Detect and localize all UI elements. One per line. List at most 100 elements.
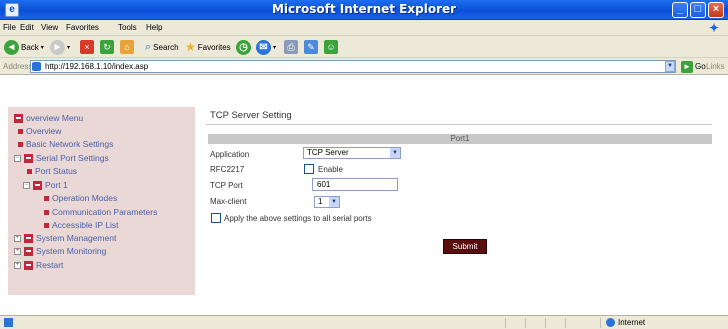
go-button[interactable]: ► Go	[681, 60, 706, 73]
mail-button[interactable]: ✉ ▾	[256, 39, 276, 55]
forward-button[interactable]: ► ▾	[50, 39, 70, 55]
security-zone: Internet	[606, 318, 645, 327]
minimize-button[interactable]: _	[672, 2, 688, 18]
refresh-button[interactable]: ↻	[100, 39, 114, 55]
sidebar-item-label: Basic Network Settings	[26, 139, 114, 149]
sidebar-item-accessible-ip-list[interactable]: Accessible IP List	[44, 219, 118, 231]
max-client-label: Max-client	[210, 197, 247, 206]
zone-label: Internet	[618, 318, 646, 327]
maximize-button[interactable]: □	[690, 2, 706, 18]
menu-bar: File Edit View Favorites Tools Help ✦	[0, 20, 728, 36]
title-bar: e Microsoft Internet Explorer _ □ ×	[0, 0, 728, 20]
sidebar-item-label: Overview	[26, 126, 62, 136]
search-label: Search	[153, 42, 179, 52]
sidebar-item-system-monitoring[interactable]: + System Monitoring	[14, 245, 106, 257]
max-client-value: 1	[318, 197, 323, 206]
sidebar-item-label: System Monitoring	[36, 246, 107, 256]
page-bullet-icon	[44, 195, 49, 201]
expand-icon[interactable]: +	[14, 247, 21, 255]
address-bar: Address http://192.168.1.10/index.asp ▼ …	[0, 58, 728, 75]
history-button[interactable]: ◷	[236, 39, 251, 55]
go-label: Go	[695, 62, 706, 71]
address-dropdown-icon[interactable]: ▼	[665, 61, 675, 72]
menu-folder-icon	[33, 180, 42, 190]
sidebar-item-communication-parameters[interactable]: Communication Parameters	[44, 206, 157, 218]
menu-edit[interactable]: Edit	[20, 23, 34, 32]
address-label: Address	[3, 62, 33, 71]
apply-all-label: Apply the above settings to all serial p…	[224, 214, 372, 223]
application-value: TCP Server	[307, 148, 349, 157]
status-divider	[600, 318, 601, 328]
page-bullet-icon	[18, 141, 23, 147]
status-bar: Internet	[0, 315, 728, 329]
page-bullet-icon	[27, 168, 32, 174]
page-title: TCP Server Setting	[210, 110, 292, 121]
close-button[interactable]: ×	[708, 2, 724, 18]
print-button[interactable]: ⎙	[284, 39, 298, 55]
address-input[interactable]: http://192.168.1.10/index.asp	[30, 60, 676, 73]
search-button[interactable]: ⌕ Search	[145, 39, 179, 55]
search-icon: ⌕	[145, 40, 152, 53]
back-button[interactable]: ◄ Back ▾	[4, 39, 44, 55]
sidebar-item-system-management[interactable]: + System Management	[14, 232, 116, 244]
sidebar-item-overview-menu[interactable]: overview Menu	[14, 112, 83, 124]
collapse-icon[interactable]: −	[23, 181, 30, 189]
menu-view[interactable]: View	[41, 23, 58, 32]
sidebar-item-port-1[interactable]: − Port 1	[23, 179, 68, 191]
links-label[interactable]: Links	[706, 62, 725, 71]
sidebar-item-operation-modes[interactable]: Operation Modes	[44, 192, 117, 204]
tcp-port-label: TCP Port	[210, 181, 243, 190]
forward-dropdown-icon[interactable]: ▾	[67, 44, 70, 51]
submit-button[interactable]: Submit	[443, 239, 487, 254]
rfc2217-enable-checkbox[interactable]	[304, 164, 314, 174]
page-bullet-icon	[18, 128, 23, 134]
page-bullet-icon	[44, 222, 49, 228]
forward-arrow-icon: ►	[50, 39, 65, 55]
page-content: overview Menu Overview Basic Network Set…	[0, 75, 728, 315]
go-arrow-icon: ►	[681, 60, 693, 73]
apply-all-checkbox[interactable]	[211, 213, 221, 223]
max-client-select[interactable]: 1 ▼	[314, 196, 340, 208]
status-divider	[525, 318, 526, 328]
stop-icon: ×	[80, 40, 94, 54]
sidebar-item-restart[interactable]: + Restart	[14, 259, 63, 271]
mail-icon: ✉	[256, 39, 271, 55]
menu-tools[interactable]: Tools	[118, 23, 137, 32]
expand-icon[interactable]: +	[14, 234, 21, 242]
port-header: Port1	[208, 134, 712, 144]
sidebar-item-basic-network-settings[interactable]: Basic Network Settings	[18, 138, 113, 150]
favorites-button[interactable]: ★ Favorites	[185, 39, 231, 55]
history-icon: ◷	[236, 39, 251, 55]
status-divider	[565, 318, 566, 328]
sidebar-item-port-status[interactable]: Port Status	[27, 165, 77, 177]
back-label: Back	[21, 42, 39, 52]
home-icon: ⌂	[120, 40, 134, 54]
menu-help[interactable]: Help	[146, 23, 162, 32]
tcp-port-input[interactable]: 601	[312, 178, 398, 191]
refresh-icon: ↻	[100, 40, 114, 54]
menu-folder-icon	[24, 233, 33, 243]
stop-button[interactable]: ×	[80, 39, 94, 55]
edit-button[interactable]: ✎	[304, 39, 318, 55]
home-button[interactable]: ⌂	[120, 39, 134, 55]
sidebar-item-label: Communication Parameters	[52, 207, 158, 217]
toolbar: ◄ Back ▾ ► ▾ × ↻ ⌂ ⌕ Search ★ Favorites …	[0, 36, 728, 58]
globe-icon	[606, 318, 615, 327]
menu-folder-icon	[24, 260, 33, 270]
application-select[interactable]: TCP Server ▼	[303, 147, 401, 159]
mail-dropdown-icon[interactable]: ▾	[273, 44, 276, 51]
collapse-icon[interactable]: −	[14, 154, 21, 162]
page-icon	[32, 62, 41, 71]
menu-favorites[interactable]: Favorites	[66, 23, 99, 32]
sidebar-item-label: Port Status	[35, 166, 78, 176]
sidebar-item-overview[interactable]: Overview	[18, 125, 61, 137]
menu-file[interactable]: File	[3, 23, 16, 32]
chevron-down-icon: ▼	[329, 197, 339, 207]
sidebar-item-serial-port-settings[interactable]: − Serial Port Settings	[14, 152, 109, 164]
expand-icon[interactable]: +	[14, 261, 21, 269]
menu-folder-icon	[14, 113, 23, 123]
back-dropdown-icon[interactable]: ▾	[41, 44, 44, 51]
messenger-button[interactable]: ☺	[324, 39, 338, 55]
status-divider	[505, 318, 506, 328]
menu-folder-icon	[24, 153, 33, 163]
